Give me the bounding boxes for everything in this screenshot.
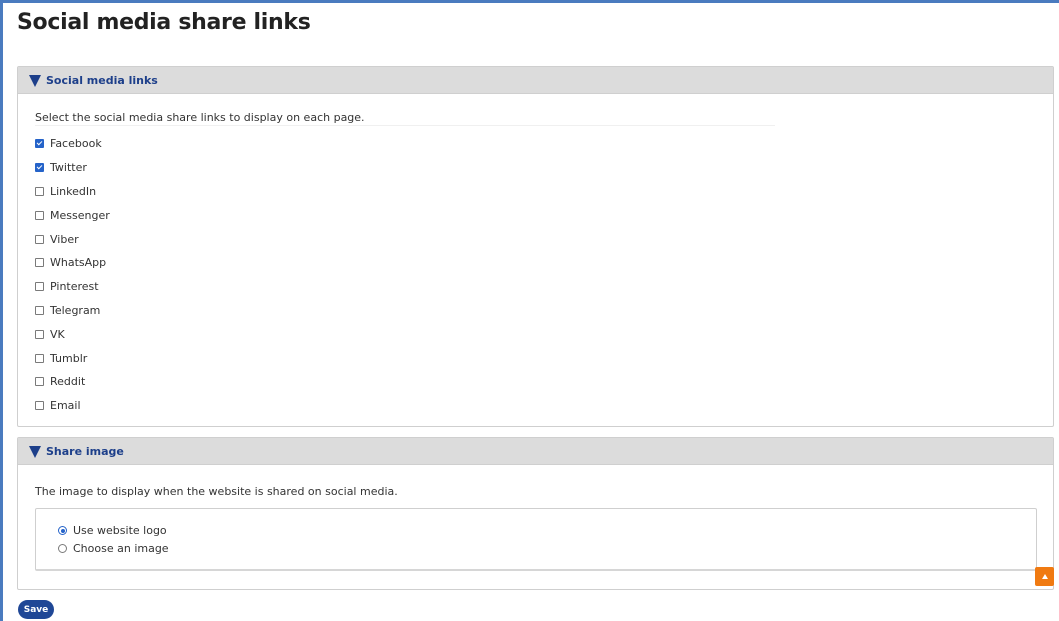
checkbox-label: Viber [50,232,79,246]
checkbox[interactable] [35,234,44,244]
checkbox-label: Reddit [50,375,86,389]
radio-label: Use website logo [73,524,167,538]
scroll-to-top-button[interactable] [1035,567,1054,586]
checkbox-viber[interactable]: Viber [35,227,110,251]
checkbox-label: Twitter [50,161,87,175]
checkbox[interactable] [35,377,44,387]
panel-header-label: Social media links [46,73,158,87]
checkbox-whatsapp[interactable]: WhatsApp [35,251,110,275]
save-button[interactable]: Save [18,600,54,619]
checkbox[interactable] [35,186,44,196]
radio-button[interactable] [58,526,67,536]
share-image-description: The image to display when the website is… [35,485,398,498]
social-media-links-header[interactable]: Social media links [18,67,1053,94]
checkbox-label: LinkedIn [50,184,97,198]
radio-choose-an-image[interactable]: Choose an image [58,540,169,558]
share-image-header[interactable]: Share image [18,438,1053,465]
arrow-up-icon [1041,574,1048,579]
checkbox-email[interactable]: Email [35,394,110,418]
checkbox[interactable] [35,258,44,268]
social-links-checkbox-list: Facebook Twitter LinkedIn Messenger Vibe… [35,132,110,418]
page-title: Social media share links [17,10,311,35]
checkbox-reddit[interactable]: Reddit [35,370,110,394]
radio-button[interactable] [58,543,67,553]
divider [35,125,775,126]
checkbox-label: Tumblr [50,351,88,365]
share-image-radio-group: Use website logo Choose an image [35,508,1037,571]
checkbox-facebook[interactable]: Facebook [35,132,110,156]
checkbox[interactable] [35,401,44,411]
checkbox-telegram[interactable]: Telegram [35,299,110,323]
checkbox[interactable] [35,139,44,149]
checkbox-label: WhatsApp [50,256,107,270]
triangle-down-icon [29,74,41,87]
checkbox-label: Telegram [50,303,101,317]
checkbox[interactable] [35,163,44,173]
radio-list: Use website logo Choose an image [58,522,169,557]
checkbox-pinterest[interactable]: Pinterest [35,275,110,299]
social-media-links-panel: Social media links Select the social med… [17,66,1054,427]
checkbox[interactable] [35,282,44,292]
checkbox[interactable] [35,329,44,339]
panel-header-label: Share image [46,444,124,458]
checkbox-messenger[interactable]: Messenger [35,203,110,227]
links-description: Select the social media share links to d… [35,111,365,124]
checkbox-twitter[interactable]: Twitter [35,156,110,180]
checkbox[interactable] [35,353,44,363]
share-image-panel: Share image The image to display when th… [17,437,1054,590]
checkbox-label: Email [50,399,81,413]
checkbox-vk[interactable]: VK [35,322,110,346]
radio-label: Choose an image [73,541,169,555]
checkbox[interactable] [35,305,44,315]
checkbox-tumblr[interactable]: Tumblr [35,346,110,370]
triangle-down-icon [29,445,41,458]
checkbox-label: Facebook [50,137,102,151]
checkbox-linkedin[interactable]: LinkedIn [35,180,110,204]
checkbox-label: Pinterest [50,280,99,294]
checkbox-label: Messenger [50,208,110,222]
checkbox-label: VK [50,327,65,341]
checkbox[interactable] [35,210,44,220]
radio-use-website-logo[interactable]: Use website logo [58,522,169,540]
